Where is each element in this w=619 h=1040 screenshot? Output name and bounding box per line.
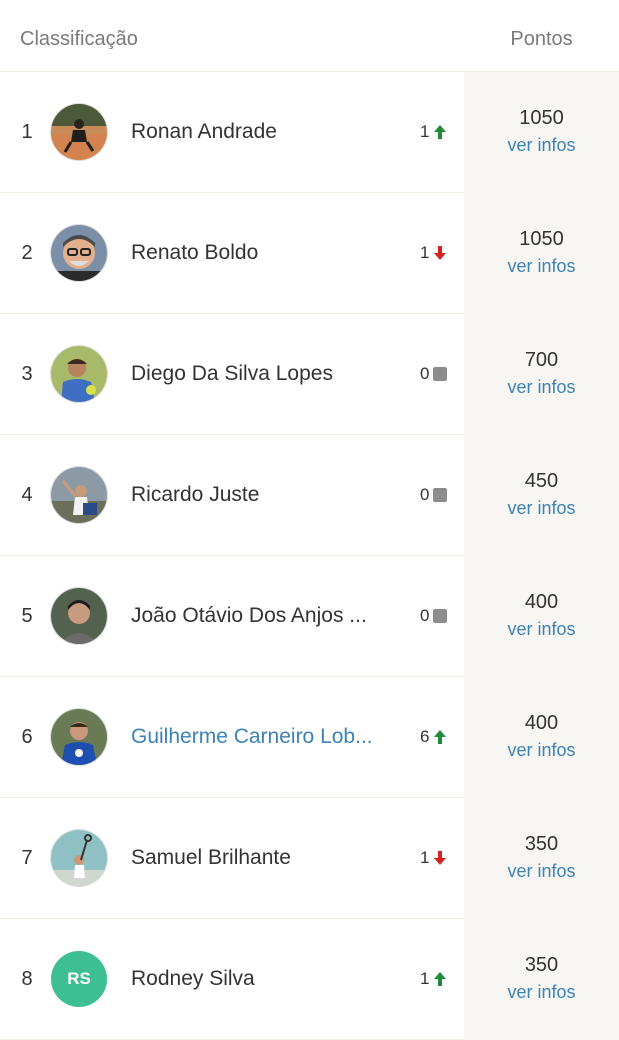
arrow-down-icon (432, 245, 448, 261)
ver-infos-link[interactable]: ver infos (464, 618, 619, 640)
points-value: 350 (524, 954, 559, 976)
rank-number: 8 (21, 968, 33, 990)
points-cell: 400 ver infos (464, 556, 619, 677)
unchanged-square-icon (432, 487, 448, 503)
ranking-row[interactable]: 1 Ronan Andrade 1 1050 ver infos (0, 72, 619, 193)
arrow-up-icon (432, 729, 448, 745)
points-value: 1050 (519, 107, 564, 129)
avatar[interactable] (51, 830, 107, 886)
points-value: 400 (524, 712, 559, 734)
player-name[interactable]: Rodney Silva (131, 919, 386, 1039)
position-change: 1 (420, 193, 448, 313)
ver-infos-link[interactable]: ver infos (464, 739, 619, 761)
player-name[interactable]: Samuel Brilhante (131, 798, 386, 918)
player-name[interactable]: Renato Boldo (131, 193, 386, 313)
points-value: 350 (524, 833, 559, 855)
rank-number: 6 (21, 726, 33, 748)
points-column-title: Pontos (510, 28, 573, 50)
arrow-up-icon (432, 971, 448, 987)
position-change-value: 6 (420, 727, 430, 746)
position-change: 0 (420, 556, 448, 676)
position-change: 1 (420, 919, 448, 1039)
position-change-value: 1 (420, 969, 430, 988)
avatar[interactable] (51, 588, 107, 644)
ver-infos-link[interactable]: ver infos (464, 255, 619, 277)
points-cell: 450 ver infos (464, 435, 619, 556)
ver-infos-link[interactable]: ver infos (464, 981, 619, 1003)
ranking-row[interactable]: 5 João Otávio Dos Anjos ... 0 400 ver in… (0, 556, 619, 677)
points-value: 450 (524, 470, 559, 492)
ver-infos-link[interactable]: ver infos (464, 376, 619, 398)
position-change-value: 1 (420, 122, 430, 141)
position-change: 0 (420, 314, 448, 434)
points-cell: 350 ver infos (464, 798, 619, 919)
ranking-column-title: Classificação (20, 28, 138, 50)
ver-infos-link[interactable]: ver infos (464, 860, 619, 882)
rank-number: 4 (21, 484, 33, 506)
arrow-up-icon (432, 124, 448, 140)
points-value: 400 (524, 591, 559, 613)
points-value: 700 (524, 349, 559, 371)
ranking-row[interactable]: 6 Guilherme Carneiro Lob... 6 400 ver in… (0, 677, 619, 798)
position-change-value: 0 (420, 364, 430, 383)
position-change: 0 (420, 435, 448, 555)
rank-number: 5 (21, 605, 33, 627)
rank-number: 1 (21, 121, 33, 143)
points-cell: 700 ver infos (464, 314, 619, 435)
ver-infos-link[interactable]: ver infos (464, 497, 619, 519)
ranking-list: 1 Ronan Andrade 1 1050 ver infos 2 Renat… (0, 72, 619, 1040)
arrow-down-icon (432, 850, 448, 866)
position-change-value: 0 (420, 485, 430, 504)
position-change-value: 1 (420, 243, 430, 262)
avatar[interactable] (51, 225, 107, 281)
player-name[interactable]: Diego Da Silva Lopes (131, 314, 386, 434)
ranking-row[interactable]: 8 RS Rodney Silva 1 350 ver infos (0, 919, 619, 1040)
points-value: 1050 (519, 228, 564, 250)
position-change: 6 (420, 677, 448, 797)
rank-number: 7 (21, 847, 33, 869)
avatar[interactable] (51, 467, 107, 523)
avatar[interactable] (51, 709, 107, 765)
avatar[interactable] (51, 104, 107, 160)
rank-number: 3 (21, 363, 33, 385)
position-change: 1 (420, 72, 448, 192)
ranking-row[interactable]: 2 Renato Boldo 1 1050 ver infos (0, 193, 619, 314)
player-name[interactable]: Ronan Andrade (131, 72, 386, 192)
points-cell: 400 ver infos (464, 677, 619, 798)
player-name[interactable]: Guilherme Carneiro Lob... (131, 677, 386, 797)
player-name[interactable]: Ricardo Juste (131, 435, 386, 555)
unchanged-square-icon (432, 608, 448, 624)
ver-infos-link[interactable]: ver infos (464, 134, 619, 156)
points-cell: 1050 ver infos (464, 193, 619, 314)
ranking-row[interactable]: 3 Diego Da Silva Lopes 0 700 ver infos (0, 314, 619, 435)
avatar-initials[interactable]: RS (51, 951, 107, 1007)
player-name[interactable]: João Otávio Dos Anjos ... (131, 556, 386, 676)
avatar[interactable] (51, 346, 107, 402)
points-cell: 350 ver infos (464, 919, 619, 1040)
ranking-header: Classificação Pontos (0, 0, 619, 72)
position-change: 1 (420, 798, 448, 918)
ranking-row[interactable]: 4 Ricardo Juste 0 450 ver infos (0, 435, 619, 556)
unchanged-square-icon (432, 366, 448, 382)
points-cell: 1050 ver infos (464, 72, 619, 193)
rank-number: 2 (21, 242, 33, 264)
position-change-value: 1 (420, 848, 430, 867)
position-change-value: 0 (420, 606, 430, 625)
ranking-row[interactable]: 7 Samuel Brilhante 1 350 ver infos (0, 798, 619, 919)
